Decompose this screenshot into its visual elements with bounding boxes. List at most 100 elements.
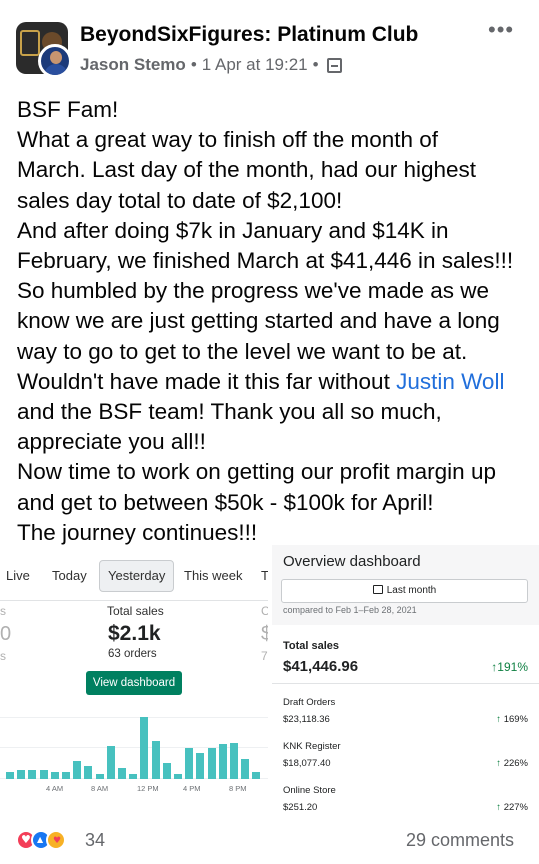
post-line: BSF Fam! <box>17 97 119 122</box>
post-line: February, we finished March at $41,446 i… <box>17 248 514 274</box>
post-line: And after doing $7k in January and $14K … <box>17 217 449 243</box>
overview-card: Total sales $41,446.96 ↑191% Draft Order… <box>272 625 539 820</box>
group-name-link[interactable]: BeyondSixFigures: Platinum Club <box>80 23 418 47</box>
clipped-text: s <box>0 604 6 618</box>
comments-count-link[interactable]: 29 comments <box>406 830 514 851</box>
clipped-text: 7 <box>261 649 268 663</box>
tab-live: Live <box>6 568 30 583</box>
overview-title: Overview dashboard <box>283 553 421 570</box>
chart-bar <box>185 748 194 779</box>
up-arrow-icon: ↑ <box>496 802 502 813</box>
date-range-button: Last month <box>281 579 528 603</box>
pct-value: 226% <box>503 758 528 769</box>
tab-truncated: T <box>261 568 268 583</box>
post-line: and get to between $50k - $100k for Apri… <box>17 489 434 515</box>
post-line: So humbled by the progress we've made as… <box>17 278 490 304</box>
compare-text: compared to Feb 1–Feb 28, 2021 <box>283 605 417 615</box>
overview-total-label: Total sales <box>283 640 340 652</box>
more-options-button[interactable]: ••• <box>488 19 514 41</box>
post-line: and the BSF team! Thank you all so much, <box>17 399 442 425</box>
chart-bar <box>118 768 126 779</box>
post-line: What a great way to finish off the month… <box>17 127 439 153</box>
hourly-sales-chart: 4 AM 8 AM 12 PM 4 PM 8 PM <box>0 707 268 803</box>
reaction-count[interactable]: 34 <box>85 830 105 851</box>
chart-bar <box>6 771 14 779</box>
post-meta: Jason Stemo • 1 Apr at 19:21 • <box>80 55 342 75</box>
chart-bar <box>129 773 138 779</box>
view-dashboard-button: View dashboard <box>86 671 182 695</box>
reactions-summary[interactable] <box>16 830 66 850</box>
chart-bar <box>84 766 93 779</box>
post-header: BeyondSixFigures: Platinum Club Jason St… <box>0 0 539 90</box>
channel-label-draft-orders: Draft Orders <box>283 697 336 708</box>
chart-bar <box>50 771 59 779</box>
calendar-icon <box>372 585 383 594</box>
channel-label-knk-register: KNK Register <box>283 741 341 752</box>
total-sales-label: Total sales <box>107 604 164 618</box>
clipped-text: C <box>261 604 268 618</box>
chart-x-tick-label: 8 AM <box>91 784 109 793</box>
overview-total-pct: ↑191% <box>491 660 528 674</box>
channel-pct-knk-register: ↑ 226% <box>496 758 528 769</box>
chart-bar <box>230 742 238 779</box>
post-timestamp[interactable]: 1 Apr at 19:21 <box>202 55 308 75</box>
meta-separator: • <box>190 55 197 74</box>
clipped-text: s <box>0 649 6 663</box>
group-logo-frame <box>20 30 40 56</box>
chart-x-tick-label: 12 PM <box>137 784 159 793</box>
chart-bar <box>140 717 149 779</box>
post-line: know we are just getting started and hav… <box>17 308 500 334</box>
chart-bar <box>241 758 250 779</box>
up-arrow-icon: ↑ <box>496 758 502 769</box>
channel-value-knk-register: $18,077.40 <box>283 758 331 769</box>
chart-bar <box>106 746 115 779</box>
avatar-shirt <box>44 64 68 75</box>
attached-image-sales-overview[interactable]: Live Today Yesterday This week T s 0 s C… <box>0 547 268 803</box>
attached-image-overview-dashboard[interactable]: Overview dashboard Last month compared t… <box>272 545 539 820</box>
chart-bar <box>252 771 261 779</box>
post-line: appreciate you all!! <box>17 429 206 455</box>
clipped-text: $ <box>261 623 268 645</box>
chart-bar <box>62 771 70 779</box>
mention-link[interactable]: Justin Woll <box>396 369 504 394</box>
chart-x-tick-label: 4 PM <box>183 784 201 793</box>
post-line: Now time to work on getting our profit m… <box>17 459 496 485</box>
up-arrow-icon: ↑ <box>496 714 502 725</box>
divider <box>0 600 268 601</box>
post-line-text: Wouldn't have made it this far without <box>17 368 397 394</box>
channel-label-online-store: Online Store <box>283 785 336 796</box>
overview-total-value: $41,446.96 <box>283 658 359 675</box>
chart-bar <box>28 769 37 779</box>
avatar-face <box>50 51 62 64</box>
post-line: The journey continues!!! <box>17 519 258 545</box>
tab-today: Today <box>52 568 87 583</box>
chart-bar <box>218 744 227 779</box>
date-tabs: Live Today Yesterday This week T <box>0 560 268 592</box>
care-reaction-icon <box>46 830 66 850</box>
chart-bar <box>39 769 48 779</box>
channel-pct-online-store: ↑ 227% <box>496 802 528 813</box>
chart-x-tick-label: 8 PM <box>229 784 247 793</box>
channel-pct-draft-orders: ↑ 169% <box>496 714 528 725</box>
chart-bar <box>196 753 205 779</box>
chart-bar <box>162 762 171 779</box>
tab-yesterday: Yesterday <box>99 560 175 592</box>
pct-value: 227% <box>503 802 528 813</box>
pct-value: 169% <box>503 714 528 725</box>
author-name-link[interactable]: Jason Stemo <box>80 55 186 75</box>
post-line: way to go to get to the level we want to… <box>17 338 468 364</box>
clipped-text: 0 <box>0 623 12 645</box>
divider <box>272 683 539 684</box>
chart-gridline <box>0 747 268 748</box>
chart-bar <box>207 748 216 779</box>
date-range-label: Last month <box>386 585 437 596</box>
post-line: March. Last day of the month, had our hi… <box>17 157 477 183</box>
post-line-with-mention: Wouldn't have made it this far without J… <box>17 367 527 397</box>
post-line: sales day total to date of $2,100! <box>17 187 343 213</box>
chart-bar <box>17 769 26 779</box>
post-body: BSF Fam! What a great way to finish off … <box>17 95 527 548</box>
channel-value-online-store: $251.20 <box>283 802 318 813</box>
meta-separator: • <box>312 55 319 74</box>
total-sales-value: $2.1k <box>108 622 161 645</box>
author-avatar[interactable] <box>38 44 72 78</box>
